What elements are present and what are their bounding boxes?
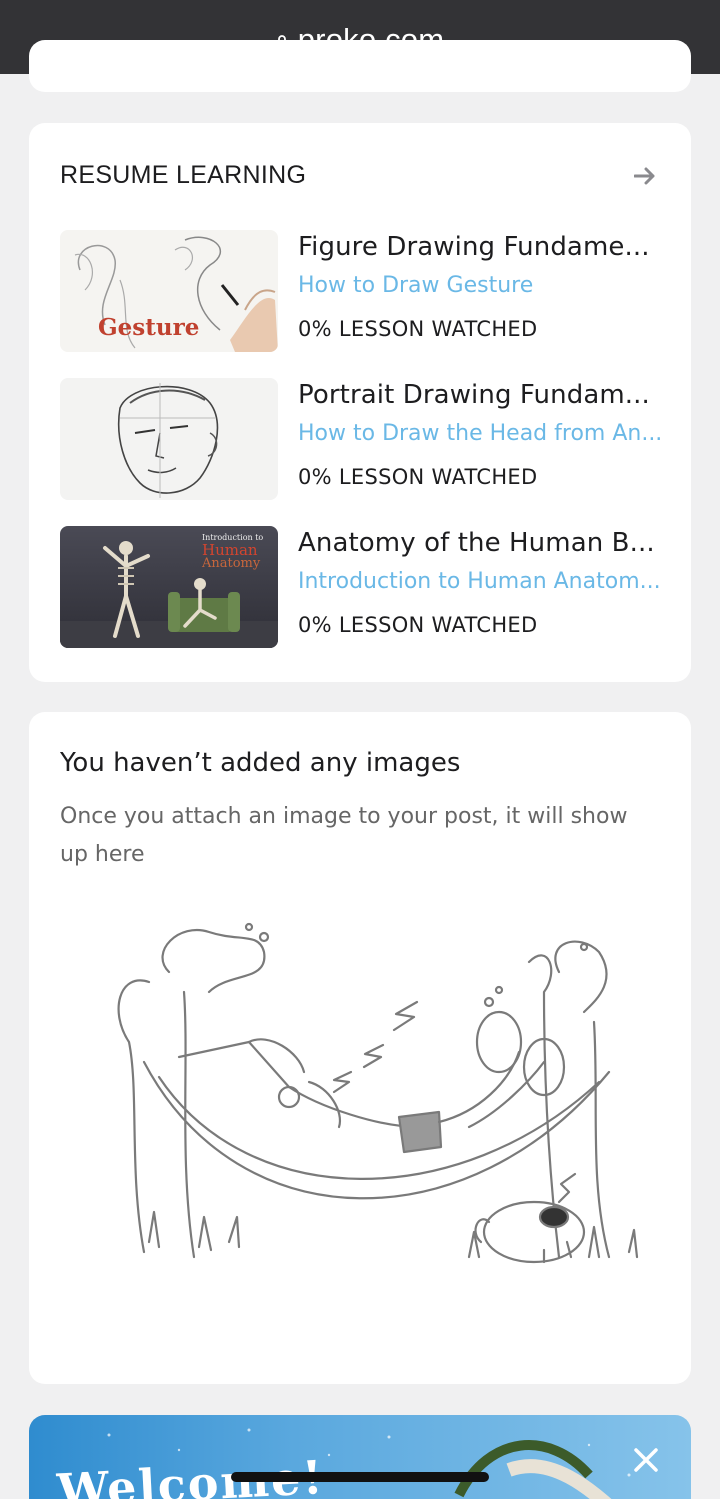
welcome-banner[interactable]: Welcome!: [29, 1415, 691, 1499]
lesson-progress: 0% LESSON WATCHED: [298, 317, 538, 341]
course-item-figure-drawing[interactable]: Gesture Figure Drawing Fundame... How to…: [60, 230, 660, 352]
home-indicator[interactable]: [231, 1472, 489, 1482]
course-thumbnail-gesture[interactable]: Gesture: [60, 230, 278, 352]
course-item-human-anatomy[interactable]: Introduction to Human Anatomy Anatomy of…: [60, 524, 661, 648]
course-thumbnail-head[interactable]: [60, 378, 278, 500]
arrow-right-icon[interactable]: [632, 163, 658, 189]
course-thumbnail-anatomy[interactable]: Introduction to Human Anatomy: [60, 526, 278, 648]
lesson-progress: 0% LESSON WATCHED: [298, 613, 538, 637]
close-icon[interactable]: [631, 1445, 661, 1475]
course-title[interactable]: Figure Drawing Fundame...: [298, 228, 658, 266]
lesson-link[interactable]: Introduction to Human Anatom...: [298, 564, 661, 600]
lesson-progress: 0% LESSON WATCHED: [298, 465, 538, 489]
lesson-link[interactable]: How to Draw Gesture: [298, 268, 658, 304]
resume-learning-title: RESUME LEARNING: [60, 161, 307, 189]
course-title[interactable]: Anatomy of the Human B...: [298, 524, 658, 562]
course-item-portrait-drawing[interactable]: Portrait Drawing Fundam... How to Draw t…: [60, 376, 662, 500]
empty-state-description: Once you attach an image to your post, i…: [60, 804, 628, 867]
course-title[interactable]: Portrait Drawing Fundam...: [298, 376, 658, 414]
empty-state-title: You haven’t added any images: [60, 748, 461, 778]
previous-card: [29, 40, 691, 92]
hammock-sleeping-illustration: [89, 912, 649, 1292]
resume-learning-card: RESUME LEARNING Gesture Figure Drawing F…: [29, 123, 691, 682]
thumbnail-title-anatomy: Anatomy: [202, 556, 261, 571]
lesson-link[interactable]: How to Draw the Head from An...: [298, 416, 662, 452]
thumbnail-label: Gesture: [98, 314, 200, 341]
images-empty-state-card: You haven’t added any images Once you at…: [29, 712, 691, 1384]
